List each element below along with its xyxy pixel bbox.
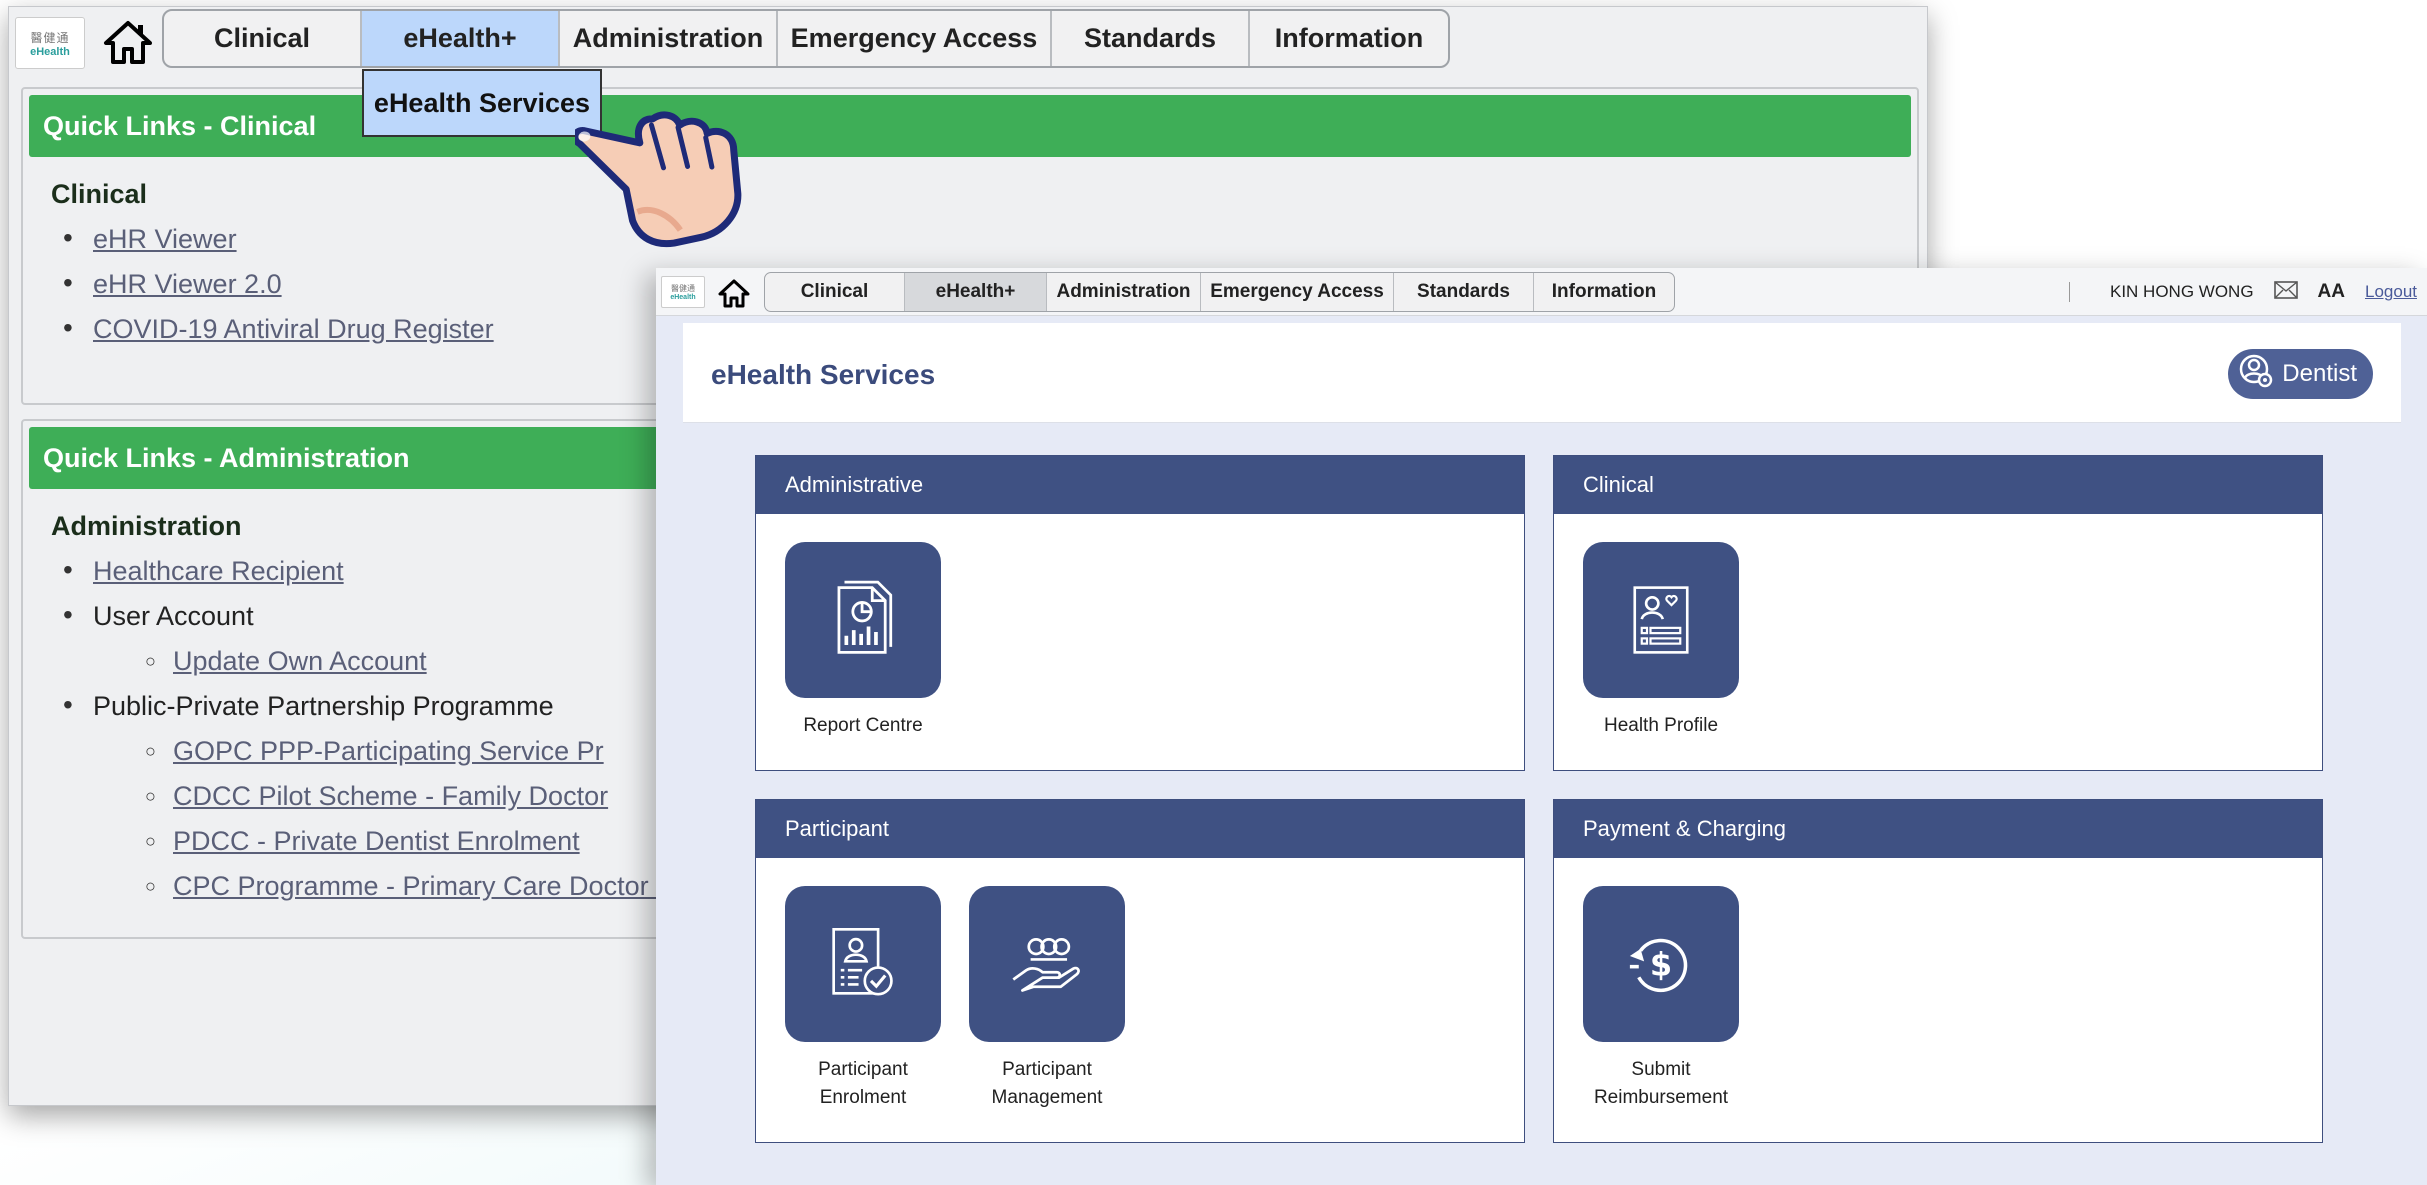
nav-tab-standards[interactable]: Standards [1394,273,1534,311]
tile-label: Health Profile [1603,715,1719,736]
divider [2068,282,2070,302]
mail-icon[interactable] [2273,280,2298,304]
report-icon [785,542,941,698]
admin-link[interactable]: PDCC - Private Dentist Enrolment [173,826,580,856]
link-covid-antiviral[interactable]: COVID-19 Antiviral Drug Register [93,314,494,344]
admin-link[interactable]: GOPC PPP-Participating Service Pr [173,736,604,766]
home-icon[interactable] [718,278,750,308]
nav-tab-ehealth-plus[interactable]: eHealth+ [905,273,1047,311]
nav-tab-administration[interactable]: Administration [560,11,778,66]
admin-item-label: Public-Private Partnership Programme [93,691,554,721]
nav-tab-information[interactable]: Information [1534,273,1674,311]
main-nav: Clinical eHealth+ Administration Emergen… [764,272,1675,312]
user-area: KIN HONG WONG AA Logout [2068,274,2417,310]
ehealth-logo[interactable]: 醫健通 eHealth [15,17,85,69]
font-size-toggle[interactable]: AA [2318,281,2345,303]
logo-chinese-text: 醫健通 [671,284,695,293]
panel-header: Quick Links - Clinical [29,95,1911,157]
card-header: Participant [756,800,1524,858]
card-header: Payment & Charging [1554,800,2322,858]
nav-tab-emergency-access[interactable]: Emergency Access [1201,273,1394,311]
list-item: eHR Viewer [63,222,1917,255]
admin-link[interactable]: Update Own Account [173,646,427,676]
page-header: eHealth Services Dentist [683,323,2401,423]
admin-link[interactable]: CPC Programme - Primary Care Doctor E [173,871,674,901]
nav-tab-emergency-access[interactable]: Emergency Access [778,11,1052,66]
management-icon [969,886,1125,1042]
admin-link[interactable]: Healthcare Recipient [93,556,344,586]
section-title: Clinical [51,179,148,209]
tile-report-centre[interactable]: Report Centre [785,542,941,740]
dropdown-item-ehealth-services[interactable]: eHealth Services [362,69,602,137]
tile-label: Submit Reimbursement [1593,1059,1729,1108]
logo-chinese-text: 醫健通 [30,30,70,45]
nav-tab-ehealth-plus[interactable]: eHealth+ [362,11,560,66]
link-ehr-viewer-2[interactable]: eHR Viewer 2.0 [93,269,282,299]
ehealth-services-window: 醫健通 eHealth Clinical eHealth+ Administra… [656,268,2427,1185]
role-badge[interactable]: Dentist [2228,349,2373,399]
card-payment-charging: Payment & Charging $ Submit Reimbursemen… [1553,799,2323,1143]
back-top-bar: 醫健通 eHealth Clinical eHealth+ Administra… [9,7,1927,73]
tile-label: Report Centre [803,715,923,736]
home-icon[interactable] [103,19,153,65]
admin-link[interactable]: CDCC Pilot Scheme - Family Doctor [173,781,608,811]
svg-text:$: $ [1650,946,1672,984]
user-settings-icon [2238,353,2274,396]
tile-health-profile[interactable]: Health Profile [1583,542,1739,740]
tile-participant-management[interactable]: Participant Management [969,886,1125,1112]
ehealth-logo[interactable]: 醫健通 eHealth [661,276,705,308]
logout-link[interactable]: Logout [2365,282,2417,302]
nav-tab-administration[interactable]: Administration [1047,273,1201,311]
tile-submit-reimbursement[interactable]: $ Submit Reimbursement [1583,886,1739,1112]
reimbursement-icon: $ [1583,886,1739,1042]
page-title: eHealth Services [711,359,936,390]
nav-tab-clinical[interactable]: Clinical [164,11,362,66]
role-label: Dentist [2282,360,2357,387]
nav-tab-standards[interactable]: Standards [1052,11,1250,66]
admin-item-label: User Account [93,601,254,631]
card-clinical: Clinical Health Profile [1553,455,2323,771]
logo-english-text: eHealth [670,294,696,301]
link-ehr-viewer[interactable]: eHR Viewer [93,224,237,254]
tile-label: Participant Management [991,1059,1103,1108]
tile-participant-enrolment[interactable]: Participant Enrolment [785,886,941,1112]
card-header: Clinical [1554,456,2322,514]
user-name: KIN HONG WONG [2109,282,2254,301]
logo-english-text: eHealth [30,45,70,58]
nav-tab-information[interactable]: Information [1250,11,1448,66]
enrolment-icon [785,886,941,1042]
health-profile-icon [1583,542,1739,698]
card-administrative: Administrative Report Centre [755,455,1525,771]
main-nav: Clinical eHealth+ Administration Emergen… [162,9,1450,68]
nav-tab-clinical[interactable]: Clinical [765,273,905,311]
front-top-bar: 醫健通 eHealth Clinical eHealth+ Administra… [656,268,2427,316]
pointing-hand-icon [571,103,765,253]
tile-label: Participant Enrolment [818,1059,908,1108]
card-header: Administrative [756,456,1524,514]
card-participant: Participant Participant Enrolment Partic… [755,799,1525,1143]
